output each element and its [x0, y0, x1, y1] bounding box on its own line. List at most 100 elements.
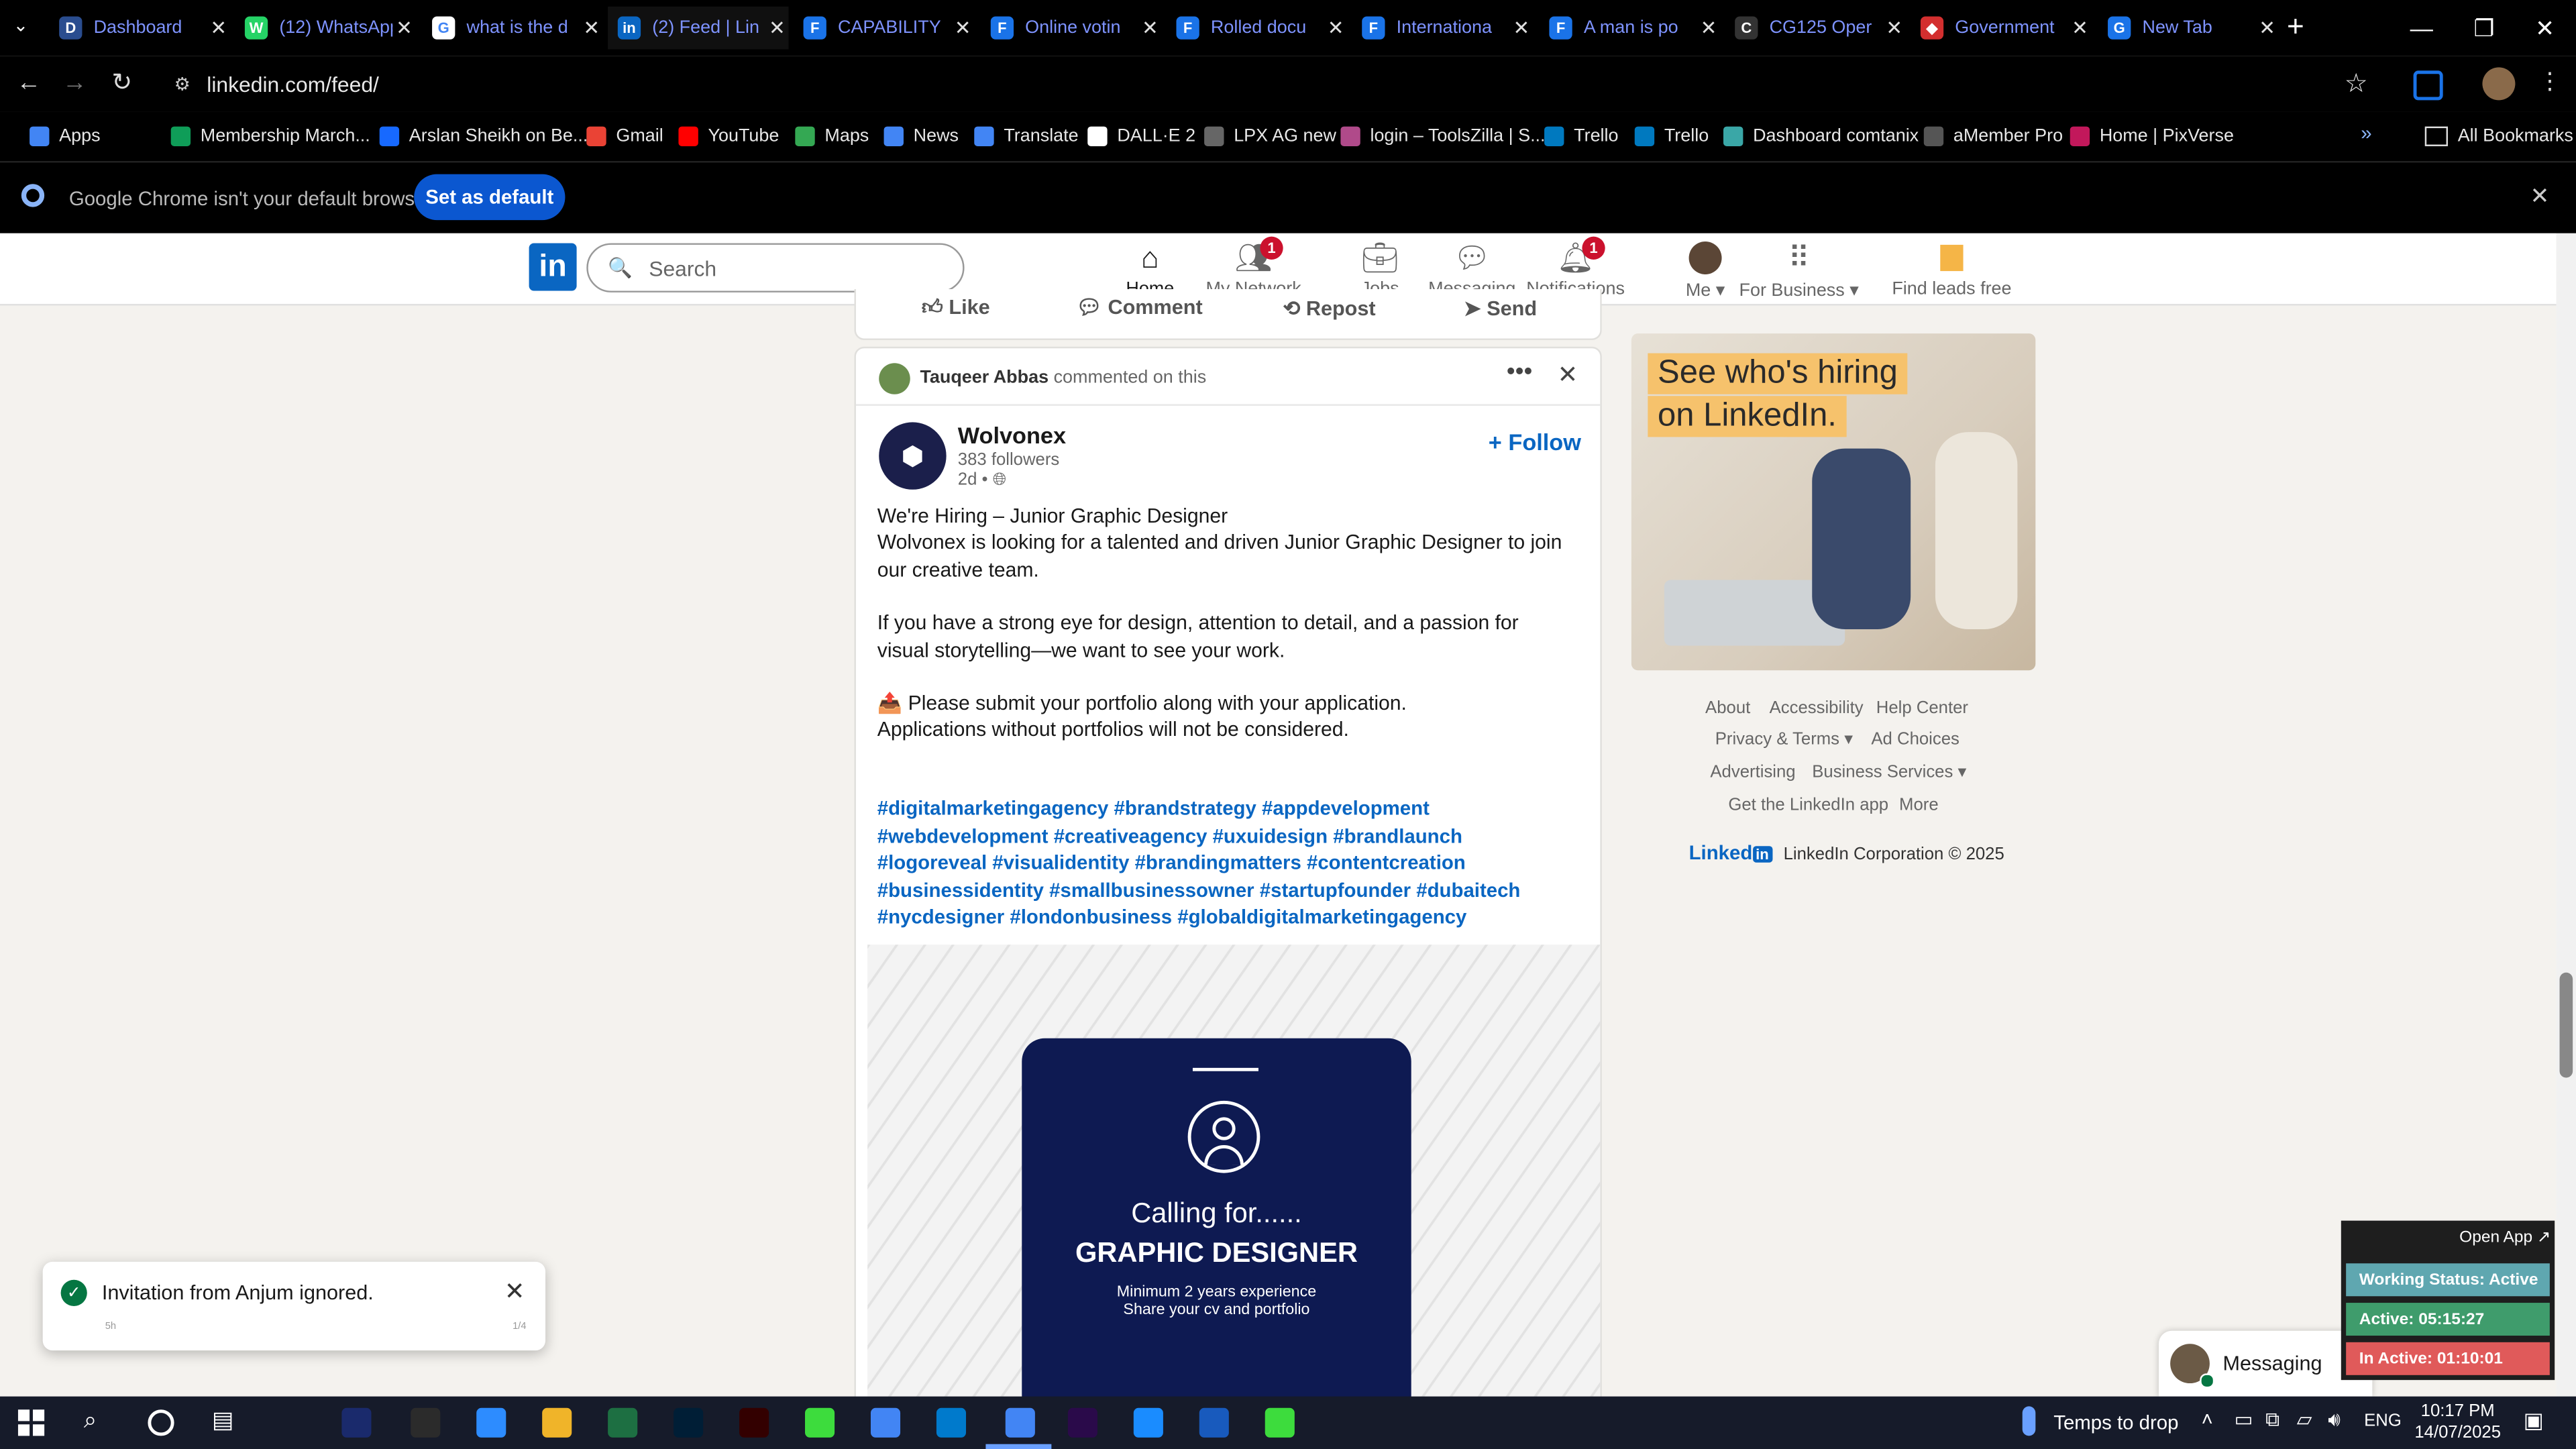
footer-app[interactable]: Get the LinkedIn app [1728, 795, 1888, 814]
dismiss-post-icon[interactable]: ✕ [1558, 360, 1578, 390]
display-icon[interactable]: ⧉ [2265, 1408, 2279, 1433]
like-button[interactable]: 👍︎ Like [922, 296, 990, 321]
commenter-name[interactable]: Tauqeer Abbas [920, 368, 1049, 388]
browser-tab[interactable]: G New Tab ✕ [2098, 7, 2278, 50]
minimize-button[interactable]: — [2390, 0, 2453, 56]
more-bookmarks-icon[interactable]: » [2361, 121, 2371, 144]
file-explorer-icon[interactable] [542, 1407, 572, 1438]
nav-item[interactable]: ⠿ For Business ▾ [1739, 240, 1859, 303]
bookmark-item[interactable]: LPX AG new [1204, 121, 1336, 151]
bookmark-item[interactable]: Home | PixVerse [2070, 121, 2234, 151]
scrollbar[interactable] [2556, 233, 2576, 1397]
weather-text[interactable]: Temps to drop [2053, 1411, 2178, 1434]
language-indicator[interactable]: ENG [2364, 1411, 2402, 1431]
tab-close-icon[interactable]: ✕ [2255, 16, 2278, 39]
footer-more[interactable]: More [1899, 795, 1939, 814]
footer-adchoices[interactable]: Ad Choices [1871, 729, 1960, 749]
browser-tab[interactable]: Gwhat is the d ✕ [422, 7, 602, 50]
tray-chevron-icon[interactable]: ˄ [2202, 1408, 2213, 1431]
bookmark-item[interactable]: News [883, 121, 959, 151]
vscode-icon[interactable] [936, 1407, 967, 1438]
clock[interactable]: 10:17 PM 14/07/2025 [2412, 1401, 2504, 1444]
tab-close-icon[interactable]: ✕ [1324, 16, 1347, 39]
extensions-icon[interactable] [2413, 70, 2443, 101]
nav-item[interactable]: ▮ Find leads free [1892, 240, 2012, 303]
bookmark-item[interactable]: login – ToolsZilla | S... [1340, 121, 1546, 151]
infobar-close-icon[interactable]: ✕ [2530, 182, 2549, 211]
windows-start-icon[interactable] [17, 1409, 45, 1436]
bookmark-star-icon[interactable]: ☆ [2345, 67, 2368, 100]
menu-dots-icon[interactable]: ⋮ [2538, 67, 2561, 95]
reload-icon[interactable]: ↻ [112, 67, 133, 97]
hashtags[interactable]: #digitalmarketingagency #brandstrategy #… [877, 795, 1576, 930]
app-icon-2[interactable] [1133, 1407, 1163, 1438]
browser-tab[interactable]: D Dashboard ✕ [49, 7, 229, 50]
zoom-icon[interactable] [476, 1407, 506, 1438]
follow-button[interactable]: + Follow [1489, 429, 1581, 455]
app-icon[interactable] [805, 1407, 835, 1438]
footer-accessibility[interactable]: Accessibility [1770, 698, 1864, 718]
messaging-tab[interactable]: Messaging [2158, 1330, 2373, 1397]
word-icon[interactable] [1199, 1407, 1229, 1438]
tab-search-icon[interactable]: ⌄ [13, 15, 40, 41]
network-icon[interactable]: ▱ [2297, 1408, 2312, 1431]
meet-icon[interactable]: ▭ [2235, 1408, 2253, 1431]
footer-help[interactable]: Help Center [1876, 698, 1968, 718]
tab-close-icon[interactable]: ✕ [392, 16, 415, 39]
bookmark-item[interactable]: Translate [974, 121, 1079, 151]
footer-advertising[interactable]: Advertising [1710, 762, 1795, 782]
excel-icon[interactable] [608, 1407, 638, 1438]
browser-tab[interactable]: F Internationa ✕ [1352, 7, 1533, 50]
cortana-icon[interactable] [148, 1409, 174, 1436]
tab-close-icon[interactable]: ✕ [1697, 16, 1720, 39]
site-info-icon[interactable]: ⚙ [174, 73, 191, 94]
new-tab-icon[interactable]: + [2287, 10, 2304, 44]
browser-tab[interactable]: ◆ Government ✕ [1911, 7, 2091, 50]
chrome-active-icon[interactable] [1005, 1407, 1035, 1438]
tab-close-icon[interactable]: ✕ [1510, 16, 1533, 39]
company-logo[interactable]: ⬢ [879, 422, 947, 490]
scrollbar-thumb[interactable] [2559, 972, 2573, 1078]
bookmark-item[interactable]: Arslan Sheikh on Be... [379, 121, 588, 151]
restore-button[interactable]: ❐ [2453, 0, 2515, 56]
url-field[interactable]: ⚙ linkedin.com/feed/ [161, 64, 2396, 104]
linkedin-logo[interactable]: in [529, 243, 577, 291]
bookmark-item[interactable]: YouTube [678, 121, 779, 151]
chrome-icon[interactable] [870, 1407, 901, 1438]
post-image[interactable]: Calling for...... GRAPHIC DESIGNER Minim… [867, 945, 1601, 1433]
bookmark-item[interactable]: aMember Pro [1923, 121, 2063, 151]
tab-close-icon[interactable]: ✕ [2068, 16, 2091, 39]
bookmark-item[interactable]: Gmail [586, 121, 663, 151]
company-name[interactable]: Wolvonex [958, 422, 1066, 448]
browser-tab[interactable]: F CAPABILITY ✕ [794, 7, 974, 50]
premiere-icon[interactable] [1067, 1407, 1097, 1438]
illustrator-icon[interactable] [739, 1407, 769, 1438]
search-icon[interactable]: ⌕ [84, 1406, 97, 1434]
comment-button[interactable]: 💬︎ Comment [1076, 296, 1203, 321]
commenter-avatar[interactable] [879, 363, 910, 394]
footer-business[interactable]: Business Services ▾ [1812, 762, 1966, 782]
task-view-icon[interactable]: ▤ [212, 1406, 233, 1434]
terminal-icon[interactable] [411, 1407, 441, 1438]
photoshop-icon[interactable] [674, 1407, 704, 1438]
browser-tab[interactable]: in (2) Feed | Lin ✕ [608, 6, 789, 50]
tab-close-icon[interactable]: ✕ [207, 16, 230, 39]
volume-icon[interactable]: 🔊︎ [2328, 1408, 2341, 1433]
pen-icon[interactable] [341, 1407, 372, 1438]
search-input[interactable]: 🔍 Search [586, 243, 965, 292]
footer-about[interactable]: About [1705, 698, 1750, 718]
more-options-icon[interactable]: ••• [1507, 358, 1533, 386]
repost-button[interactable]: ⟲ Repost [1283, 296, 1376, 320]
app-icon-3[interactable] [1265, 1407, 1295, 1438]
bookmark-item[interactable]: Apps [30, 121, 101, 151]
close-window-button[interactable]: ✕ [2514, 0, 2576, 56]
bookmark-item[interactable]: Dashboard comtanix [1723, 121, 1919, 151]
browser-tab[interactable]: W (12) WhatsApp ✕ [235, 7, 415, 50]
bookmark-item[interactable]: Trello [1634, 121, 1709, 151]
notification-center-icon[interactable]: ▣ [2524, 1408, 2544, 1434]
footer-privacy[interactable]: Privacy & Terms ▾ [1715, 729, 1853, 749]
set-as-default-button[interactable]: Set as default [414, 174, 566, 221]
tab-close-icon[interactable]: ✕ [580, 16, 602, 39]
bookmark-item[interactable]: DALL·E 2 [1087, 121, 1195, 151]
tab-close-icon[interactable]: ✕ [765, 16, 788, 39]
